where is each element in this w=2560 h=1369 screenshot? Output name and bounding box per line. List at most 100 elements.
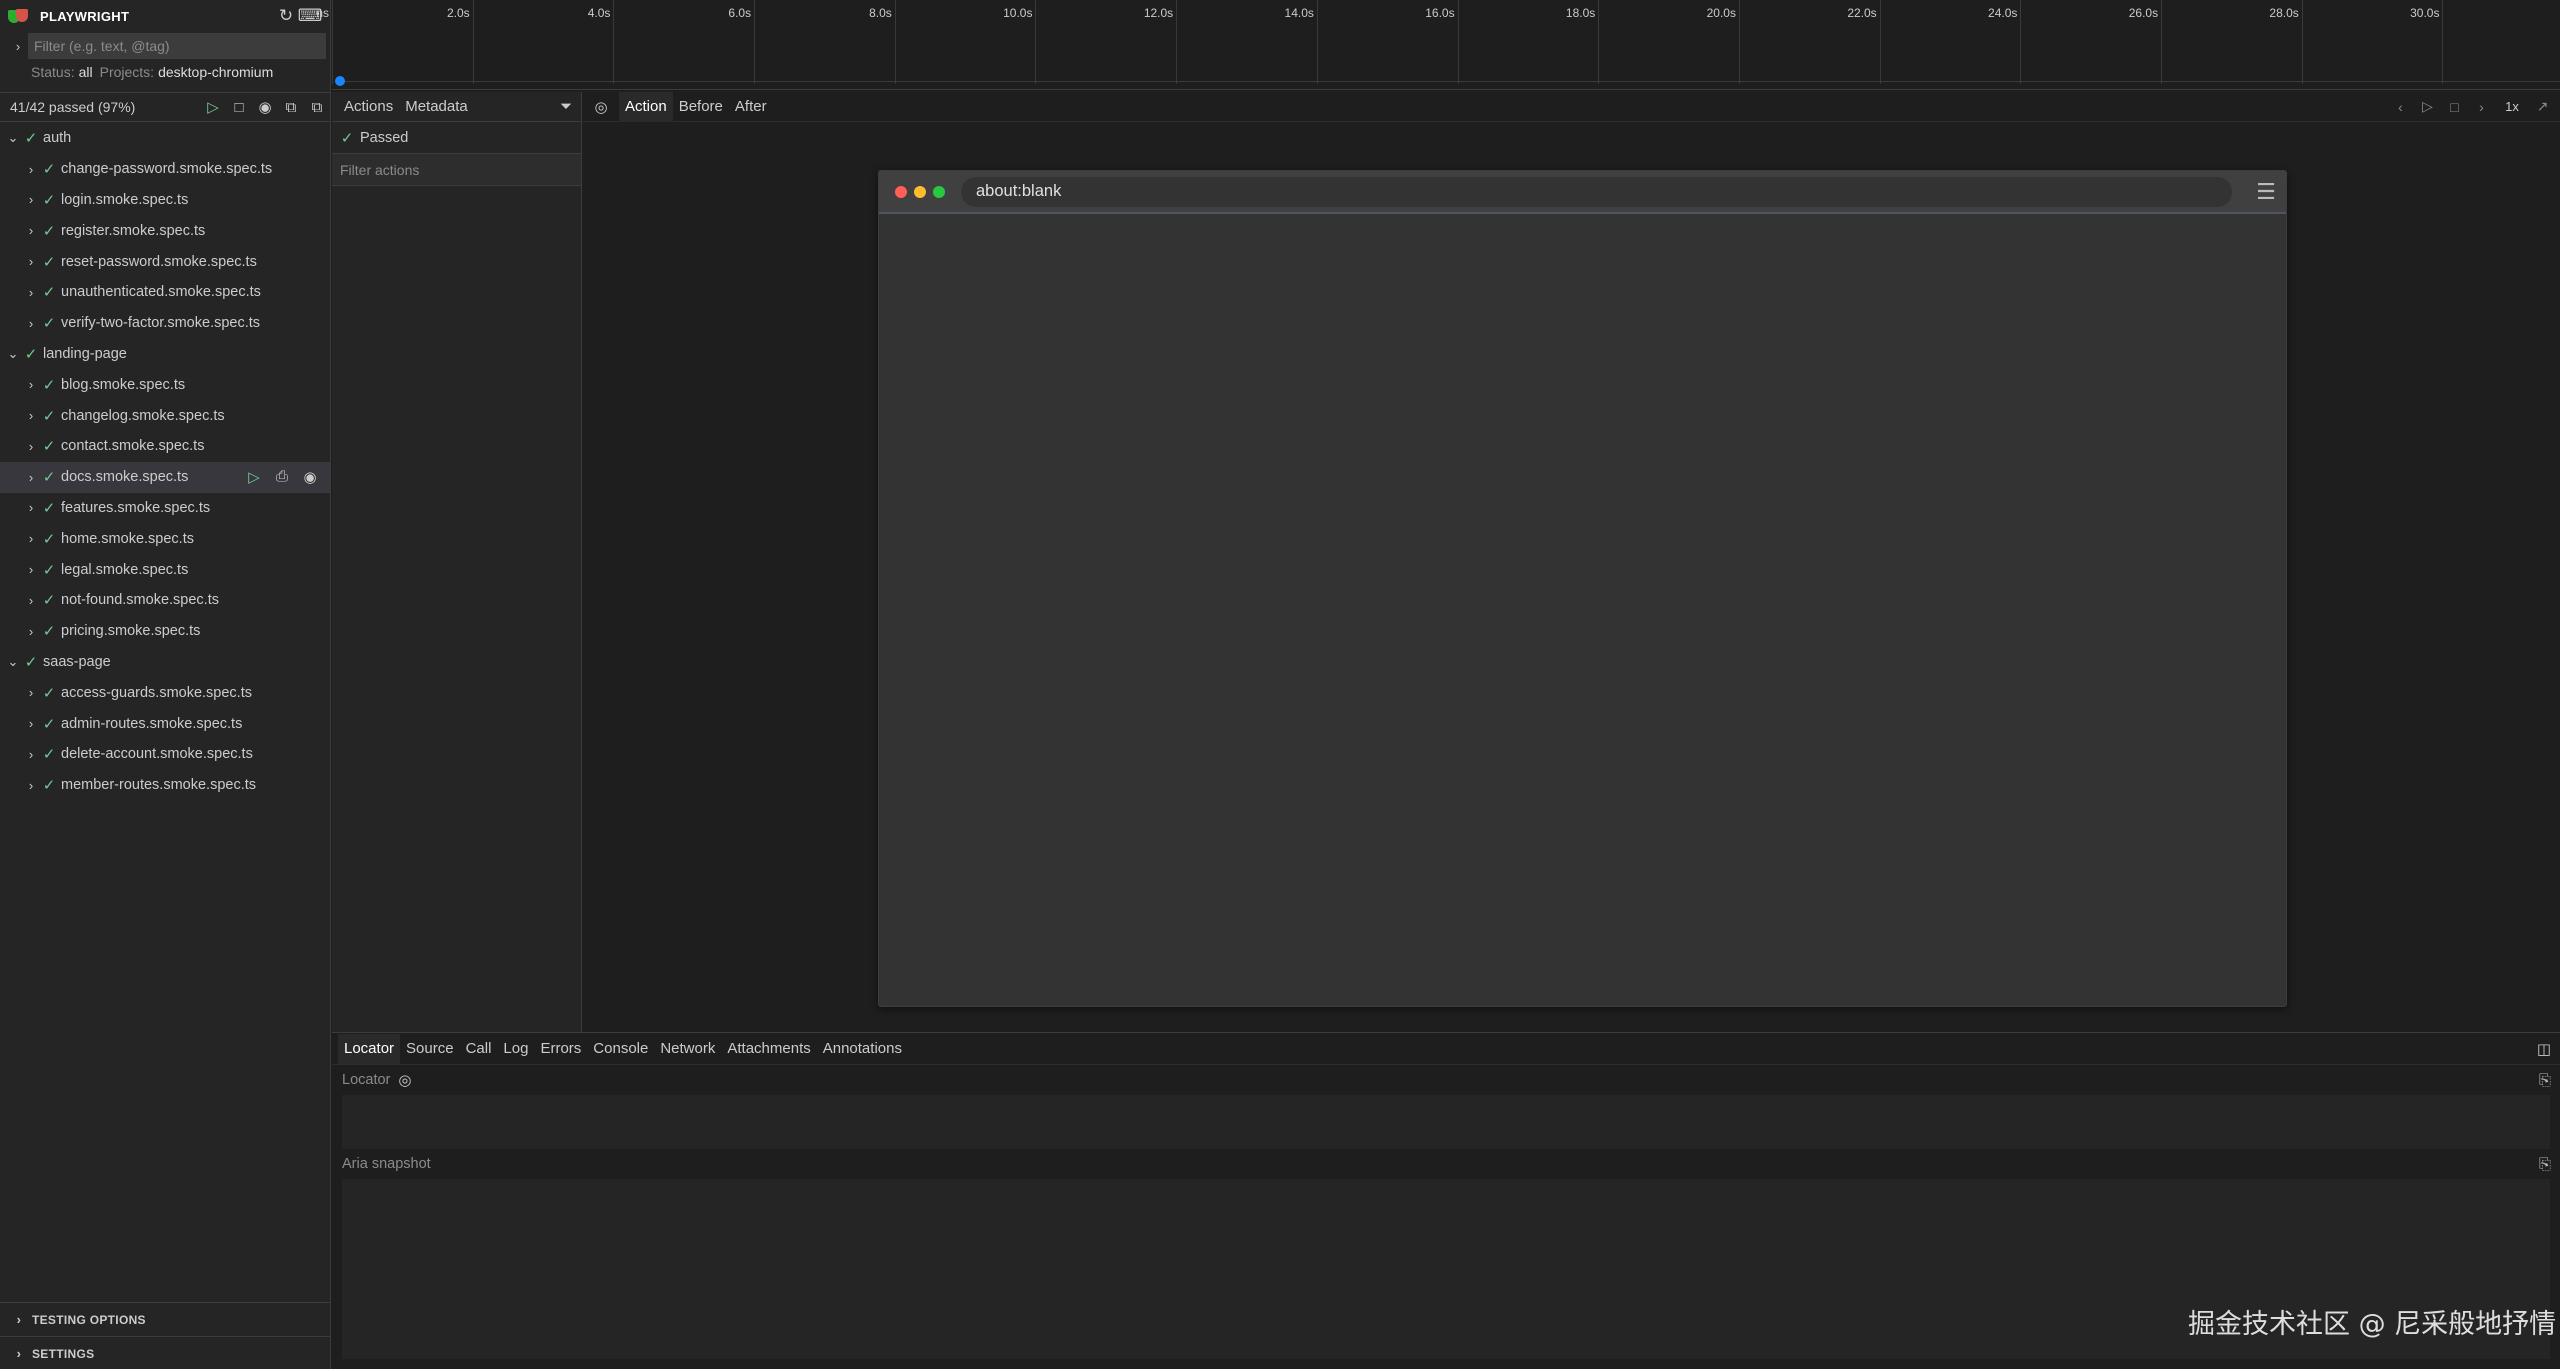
chevron-right-icon: › — [28, 315, 34, 331]
check-icon: ✓ — [340, 129, 354, 147]
chevron-right-icon: › — [16, 1312, 22, 1327]
open-external-icon[interactable]: ↗ — [2529, 98, 2556, 115]
timeline[interactable]: ns 2.0s 4.0s 6.0s 8.0s 10.0s 12.0s 14.0s 16.0s 1… — [316, 0, 2560, 90]
target-icon[interactable]: ◎ — [398, 1071, 411, 1089]
tree-group[interactable]: ⌄ ✓ landing-page — [0, 339, 330, 370]
timeline-tick: 12.0s — [1037, 0, 1178, 84]
browser-frame: about:blank ☰ — [878, 170, 2287, 1007]
tree-file[interactable]: › ✓ reset-password.smoke.spec.ts — [0, 246, 330, 277]
tab-log[interactable]: Log — [497, 1034, 534, 1064]
timeline-tick: 30.0s — [2303, 0, 2444, 84]
tree-file[interactable]: › ✓ legal.smoke.spec.ts — [0, 554, 330, 585]
tab-network[interactable]: Network — [654, 1034, 721, 1064]
status-value: all — [78, 64, 93, 80]
toggle-layout-icon[interactable]: ◫ — [2528, 1040, 2560, 1058]
check-icon: ✓ — [42, 376, 56, 394]
stop-button[interactable]: □ — [226, 95, 252, 119]
file-label: features.smoke.spec.ts — [61, 499, 211, 516]
tree-file[interactable]: › ✓ changelog.smoke.spec.ts — [0, 400, 330, 431]
tab-console[interactable]: Console — [587, 1034, 654, 1064]
settings-section[interactable]: › SETTINGS — [0, 1336, 330, 1369]
tree-file[interactable]: › ✓ delete-account.smoke.spec.ts — [0, 739, 330, 770]
tree-group[interactable]: ⌄ ✓ saas-page — [0, 647, 330, 678]
tab-annotations[interactable]: Annotations — [817, 1034, 908, 1064]
chevron-right-icon: › — [28, 562, 34, 578]
address-bar: about:blank — [961, 176, 2232, 207]
timeline-marker[interactable] — [335, 76, 345, 86]
tree-file[interactable]: › ✓ contact.smoke.spec.ts — [0, 431, 330, 462]
tab-actions[interactable]: Actions — [338, 92, 399, 122]
maximize-dot-icon — [933, 185, 945, 198]
chevron-right-icon: › — [28, 716, 34, 732]
tree-group[interactable]: ⌄ ✓ auth — [0, 123, 330, 154]
copy-icon[interactable]: ⎘ — [2530, 1156, 2560, 1173]
chevron-down-icon: ⌄ — [7, 653, 19, 669]
run-test-button[interactable]: ▷ — [240, 468, 268, 486]
tab-attachments[interactable]: Attachments — [721, 1034, 816, 1064]
tree-file[interactable]: › ✓ login.smoke.spec.ts — [0, 185, 330, 216]
tree-file[interactable]: › ✓ register.smoke.spec.ts — [0, 215, 330, 246]
test-filter-input[interactable] — [28, 33, 326, 59]
tree-file[interactable]: › ✓ verify-two-factor.smoke.spec.ts — [0, 308, 330, 339]
timeline-tick-label: 10.0s — [1003, 6, 1033, 20]
tab-before[interactable]: Before — [673, 92, 729, 122]
check-icon: ✓ — [42, 684, 56, 702]
timeline-tick-label: 24.0s — [1988, 6, 2018, 20]
tree-file[interactable]: › ✓ docs.smoke.spec.ts ▷ ⎙ ◉ — [0, 461, 330, 493]
check-icon: ✓ — [24, 345, 38, 363]
chevron-right-icon[interactable]: › — [8, 39, 28, 54]
tree-file[interactable]: › ✓ pricing.smoke.spec.ts — [0, 616, 330, 647]
run-all-button[interactable]: ▷ — [200, 95, 226, 119]
tab-action[interactable]: Action — [619, 91, 673, 122]
tab-call[interactable]: Call — [460, 1034, 498, 1064]
playback-speed[interactable]: 1x — [2495, 99, 2529, 114]
timeline-tick-label: 30.0s — [2410, 6, 2440, 20]
collapse-all-button[interactable]: ⧉ — [278, 95, 304, 119]
projects-label: Projects: — [99, 64, 155, 80]
tree-file[interactable]: › ✓ member-routes.smoke.spec.ts — [0, 770, 330, 801]
locator-editor[interactable] — [342, 1095, 2550, 1149]
status-filter-summary[interactable]: Status: all Projects: desktop-chromium — [0, 60, 330, 84]
tree-file[interactable]: › ✓ change-password.smoke.spec.ts — [0, 154, 330, 185]
chevron-right-icon: › — [28, 592, 34, 608]
tree-file[interactable]: › ✓ features.smoke.spec.ts — [0, 493, 330, 524]
chevron-right-icon: › — [16, 1346, 22, 1361]
test-result: ✓ Passed — [332, 122, 581, 154]
timeline-tick-label: 22.0s — [1847, 6, 1877, 20]
filter-icon[interactable]: ⏷ — [551, 98, 581, 115]
check-icon: ✓ — [24, 653, 38, 671]
chevron-right-icon: › — [28, 161, 34, 177]
tab-after[interactable]: After — [729, 92, 773, 122]
watch-button[interactable]: ◉ — [296, 468, 324, 486]
play-icon[interactable]: ▷ — [2414, 98, 2441, 115]
file-label: change-password.smoke.spec.ts — [61, 161, 273, 178]
passed-label: Passed — [360, 129, 409, 146]
tree-file[interactable]: › ✓ admin-routes.smoke.spec.ts — [0, 708, 330, 739]
testing-options-section[interactable]: › TESTING OPTIONS — [0, 1302, 330, 1336]
pick-locator-icon[interactable]: ◎ — [589, 98, 613, 116]
timeline-tick: 10.0s — [896, 0, 1037, 84]
tree-file[interactable]: › ✓ home.smoke.spec.ts — [0, 523, 330, 554]
filter-actions-input[interactable] — [332, 154, 581, 186]
tab-metadata[interactable]: Metadata — [399, 92, 474, 122]
timeline-track — [342, 81, 2560, 82]
chevron-right-icon: › — [28, 777, 34, 793]
tab-source[interactable]: Source — [400, 1034, 460, 1064]
copy-icon[interactable]: ⎘ — [2530, 1072, 2560, 1089]
tab-errors[interactable]: Errors — [534, 1034, 587, 1064]
tree-file[interactable]: › ✓ not-found.smoke.spec.ts — [0, 585, 330, 616]
check-icon: ✓ — [42, 530, 56, 548]
chevron-right-icon: › — [28, 531, 34, 547]
tab-locator[interactable]: Locator — [338, 1033, 401, 1064]
check-icon: ✓ — [42, 592, 56, 610]
tree-file[interactable]: › ✓ unauthenticated.smoke.spec.ts — [0, 277, 330, 308]
expand-all-button[interactable]: ⧉ — [304, 95, 330, 119]
chevron-left-icon[interactable]: ‹ — [2387, 99, 2414, 115]
open-source-button[interactable]: ⎙ — [268, 468, 296, 485]
check-icon: ✓ — [42, 623, 56, 641]
watch-all-button[interactable]: ◉ — [252, 95, 278, 119]
stop-icon[interactable]: □ — [2441, 99, 2468, 115]
chevron-right-icon[interactable]: › — [2468, 99, 2495, 115]
tree-file[interactable]: › ✓ access-guards.smoke.spec.ts — [0, 677, 330, 708]
tree-file[interactable]: › ✓ blog.smoke.spec.ts — [0, 369, 330, 400]
